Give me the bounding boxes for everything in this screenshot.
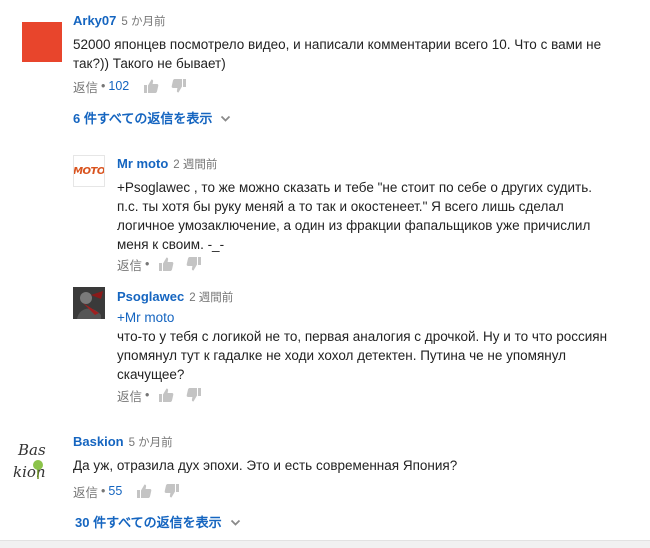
like-count: 55 [108, 484, 123, 498]
svg-text:Bas: Bas [17, 441, 46, 459]
separator-dot: • [101, 79, 106, 93]
page-bottom-divider [0, 540, 650, 548]
reply-button[interactable]: 返信 [73, 77, 98, 96]
comment-actions: 返信 • 102 [73, 77, 193, 96]
thumbs-down-icon[interactable] [164, 483, 180, 499]
reply-body: +Mr moto что-то у тебя с логикой не то, … [117, 308, 627, 384]
author-name[interactable]: Baskion [73, 434, 124, 449]
view-replies-label: 6 件すべての返信を表示 [73, 111, 213, 126]
author-name[interactable]: Psoglawec [117, 289, 184, 304]
avatar[interactable]: Bas kion [8, 433, 62, 487]
handwritten-baskion-avatar: Bas kion [13, 441, 46, 481]
reply-text: +Psoglawec , то же можно сказать и тебе … [117, 180, 593, 252]
chevron-down-icon [230, 516, 241, 527]
thumbs-down-icon[interactable] [171, 78, 187, 94]
view-replies-label: 30 件すべての返信を表示 [75, 515, 222, 530]
separator-dot: • [145, 257, 150, 271]
mention-link[interactable]: +Mr moto [117, 308, 627, 327]
comment-actions: 返信 • 55 [73, 482, 186, 501]
comment-header: Baskion 5 か月前 [73, 434, 173, 451]
separator-dot: • [101, 484, 106, 498]
comment-timestamp[interactable]: 5 か月前 [121, 16, 165, 28]
thumbs-up-icon[interactable] [136, 483, 152, 499]
reply-timestamp[interactable]: 2 週間前 [173, 159, 217, 171]
like-count: 102 [108, 79, 130, 93]
dark-figure-avatar [73, 287, 105, 319]
moto-logo-avatar: MOTO [73, 165, 105, 177]
reply-actions: 返信 • [117, 255, 208, 274]
author-name[interactable]: Arky07 [73, 13, 116, 28]
view-replies-button[interactable]: 6 件すべての返信を表示 [73, 108, 231, 127]
author-name[interactable]: Mr moto [117, 156, 168, 171]
chevron-down-icon [220, 112, 231, 123]
thumbs-up-icon[interactable] [158, 387, 174, 403]
thumbs-down-icon[interactable] [186, 256, 202, 272]
comment-text: 52000 японцев посмотрело видео, и написа… [73, 37, 602, 71]
comment-text: Да уж, отразила дух эпохи. Это и есть со… [73, 458, 458, 473]
comment-header: Arky07 5 か月前 [73, 13, 165, 30]
avatar[interactable] [73, 287, 105, 319]
avatar[interactable] [22, 22, 62, 62]
thumbs-up-icon[interactable] [158, 256, 174, 272]
thumbs-down-icon[interactable] [186, 387, 202, 403]
thumbs-up-icon[interactable] [143, 78, 159, 94]
reply-button[interactable]: 返信 [117, 386, 142, 405]
separator-dot: • [145, 388, 150, 402]
reply-actions: 返信 • [117, 386, 208, 405]
reply-button[interactable]: 返信 [117, 255, 142, 274]
comment-timestamp[interactable]: 5 か月前 [129, 437, 173, 449]
reply-header: Psoglawec 2 週間前 [117, 289, 233, 306]
avatar[interactable]: MOTO [73, 155, 105, 187]
reply-timestamp[interactable]: 2 週間前 [189, 292, 233, 304]
reply-text: что-то у тебя с логикой не то, первая ан… [117, 329, 608, 382]
reply-button[interactable]: 返信 [73, 482, 98, 501]
view-replies-button[interactable]: 30 件すべての返信を表示 [75, 512, 241, 531]
reply-header: Mr moto 2 週間前 [117, 156, 217, 173]
